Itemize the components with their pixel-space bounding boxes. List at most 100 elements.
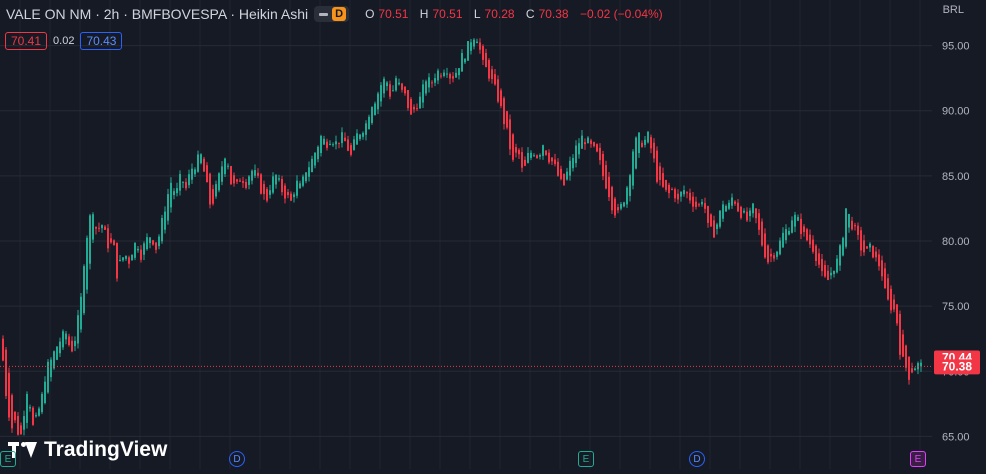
y-axis-tick-label: 65.00: [942, 431, 970, 443]
candle-body: [728, 202, 730, 209]
candle-body: [608, 176, 610, 198]
candle-body: [299, 183, 301, 189]
candle-body: [878, 254, 880, 267]
candle-body: [815, 245, 817, 261]
candle-body: [677, 193, 679, 200]
candle-body: [242, 181, 244, 183]
candle-body: [782, 232, 784, 248]
candle-body: [863, 240, 865, 253]
currency-selector[interactable]: BRL: [943, 4, 964, 16]
candle-body: [776, 251, 778, 257]
tradingview-logo[interactable]: TradingView: [8, 438, 167, 462]
candle-body: [602, 153, 604, 177]
candle-body: [866, 246, 868, 249]
dividend-event-icon[interactable]: D: [229, 451, 245, 467]
candle-body: [650, 137, 652, 149]
candle-body: [275, 174, 277, 185]
indicator-pill[interactable]: D: [314, 6, 350, 22]
candle-body: [518, 149, 520, 155]
candle-body: [221, 166, 223, 182]
buy-button[interactable]: 70.43: [80, 32, 123, 50]
candle-body: [5, 349, 7, 397]
candle-body: [839, 245, 841, 266]
candle-body: [881, 260, 883, 277]
candle-body: [377, 93, 379, 110]
candle-body: [842, 237, 844, 256]
chart-area[interactable]: 65.0070.0075.0080.0085.0090.0095.0070.44…: [0, 0, 986, 469]
close-value: 70.38: [538, 7, 569, 21]
candle-body: [530, 152, 532, 158]
candle-body: [851, 220, 853, 230]
candle-body: [173, 191, 175, 196]
candle-body: [413, 106, 415, 110]
candle-body: [821, 259, 823, 272]
candle-body: [200, 154, 202, 164]
candle-body: [611, 186, 613, 211]
candle-body: [854, 225, 856, 227]
candle-body: [479, 42, 481, 50]
y-axis-tick-label: 85.00: [942, 171, 970, 183]
candle-body: [356, 133, 358, 145]
candle-body: [824, 265, 826, 277]
candle-body: [440, 75, 442, 77]
candle-body: [740, 206, 742, 218]
candle-body: [761, 221, 763, 246]
sell-button[interactable]: 70.41: [5, 32, 48, 50]
candle-body: [218, 173, 220, 191]
earnings-event-icon[interactable]: E: [578, 451, 594, 467]
candle-body: [245, 181, 247, 188]
candle-body: [437, 70, 439, 81]
candle-body: [722, 204, 724, 219]
candle-body: [2, 338, 4, 361]
earnings-event-icon[interactable]: E: [0, 451, 16, 467]
candle-body: [176, 188, 178, 194]
candle-body: [167, 194, 169, 221]
candle-body: [197, 154, 199, 172]
candle-body: [281, 178, 283, 193]
candle-body: [800, 218, 802, 234]
candle-body: [827, 270, 829, 280]
earnings-event-icon[interactable]: E: [910, 451, 926, 467]
candle-body: [623, 202, 625, 207]
symbol-title[interactable]: VALE ON NM · 2h · BMFBOVESPA · Heikin As…: [6, 6, 308, 22]
candle-body: [497, 79, 499, 102]
candle-body: [383, 78, 385, 94]
candle-body: [683, 190, 685, 195]
candle-body: [305, 172, 307, 182]
candle-body: [527, 152, 529, 163]
candle-body: [908, 356, 910, 380]
candle-body: [797, 217, 799, 221]
candle-body: [590, 140, 592, 144]
candle-body: [122, 257, 124, 261]
candle-body: [521, 152, 523, 168]
candle-body: [890, 288, 892, 311]
candle-body: [338, 142, 340, 144]
y-axis-tick-label: 80.00: [942, 236, 970, 248]
candle-body: [455, 72, 457, 78]
candle-body: [743, 210, 745, 213]
candle-body: [317, 146, 319, 160]
candle-body: [785, 229, 787, 241]
y-axis-tick-label: 75.00: [942, 301, 970, 313]
candle-body: [23, 416, 25, 430]
candle-body: [632, 151, 634, 186]
candle-body: [644, 139, 646, 145]
dividend-event-icon[interactable]: D: [689, 451, 705, 467]
candle-body: [116, 242, 118, 279]
candle-body: [260, 174, 262, 194]
candle-body: [470, 42, 472, 51]
candle-body: [680, 191, 682, 197]
candle-body: [563, 173, 565, 186]
candle-body: [386, 82, 388, 87]
candle-body: [254, 170, 256, 176]
candle-body: [713, 220, 715, 238]
candle-body: [596, 144, 598, 152]
candle-body: [101, 225, 103, 229]
candle-body: [131, 255, 133, 261]
candle-body: [857, 225, 859, 235]
candle-body: [326, 141, 328, 148]
candle-body: [446, 73, 448, 75]
candle-body: [725, 205, 727, 212]
candle-body: [872, 245, 874, 258]
chart-svg[interactable]: 65.0070.0075.0080.0085.0090.0095.0070.44…: [0, 0, 986, 469]
